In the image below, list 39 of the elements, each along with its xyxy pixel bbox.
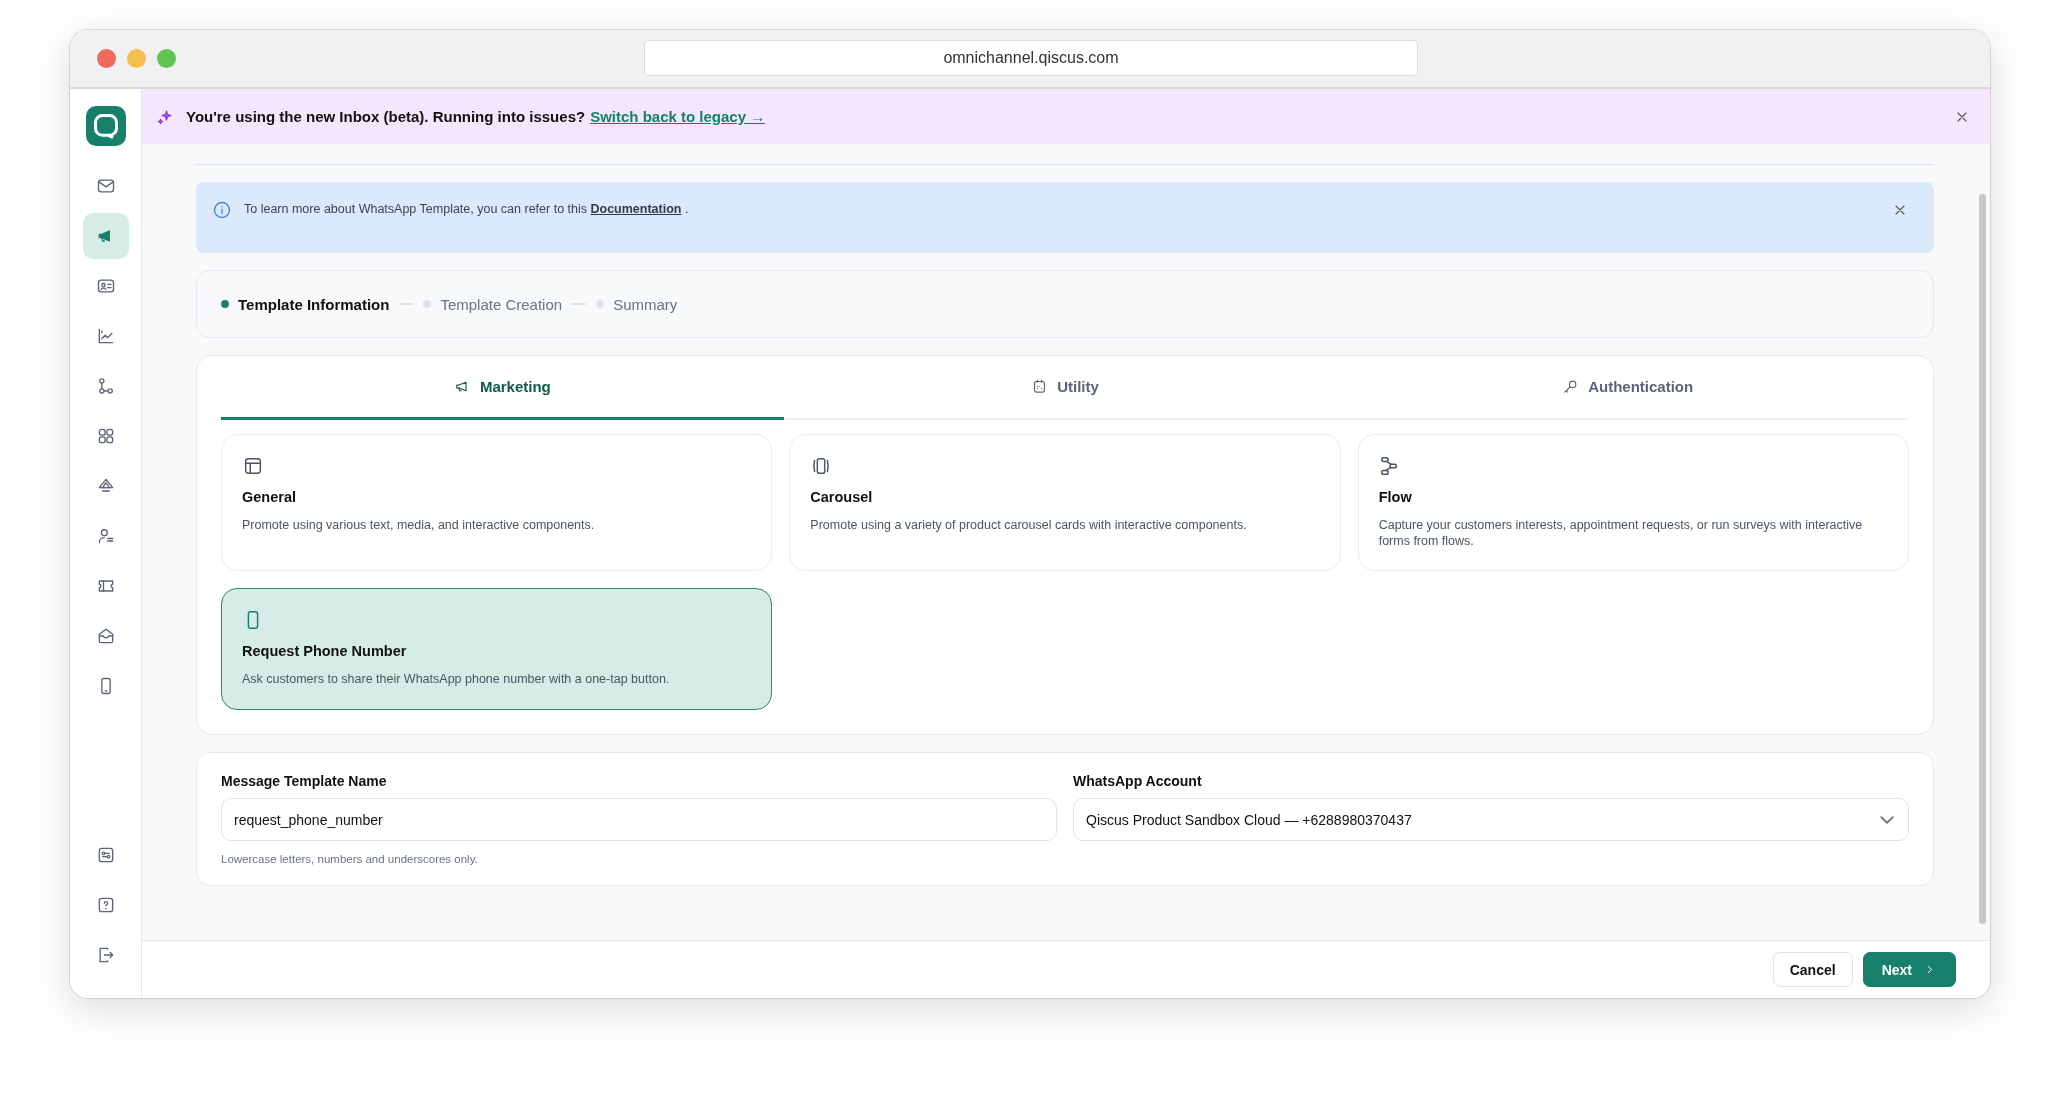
chevron-down-icon — [1880, 815, 1894, 824]
card-title: Flow — [1378, 489, 1413, 505]
template-type-card[interactable]: Request Phone Number Ask customers to share their WhatsApp phone number with a one-tap button. — [221, 588, 773, 710]
template-type-card[interactable]: Flow Capture your customers interests, appointment requests, or run surveys with interactive forms from flows. — [1357, 434, 1909, 571]
step-label: Summary — [613, 295, 678, 313]
documentation-link[interactable]: Documentation — [590, 202, 682, 216]
banner-text: You're using the new Inbox (beta). Running into issues? — [186, 108, 586, 125]
address-bar[interactable]: omnichannel.qiscus.com — [644, 40, 1418, 76]
scrollbar-thumb[interactable] — [1979, 194, 1986, 924]
template-type-card[interactable]: General Promote using various text, media, and interactive components. — [221, 434, 773, 571]
close-window-icon[interactable] — [97, 49, 116, 68]
app-logo[interactable] — [85, 106, 126, 146]
card-title: Carousel — [810, 489, 874, 505]
sparkle-icon — [156, 107, 174, 126]
category-tab[interactable]: Marketing — [221, 356, 784, 420]
card-description: Capture your customers interests, appointment requests, or run surveys with interactive forms from flows. — [1378, 517, 1864, 549]
layout-icon — [242, 455, 264, 477]
card-description: Promote using various text, media, and interactive components. — [242, 517, 596, 533]
category-tab[interactable]: Utility — [783, 356, 1347, 420]
card-description: Ask customers to share their WhatsApp phone number with a one-tap button. — [242, 671, 671, 687]
card-description: Promote using a variety of product carousel cards with interactive components. — [810, 517, 1248, 533]
nav-item[interactable] — [82, 213, 129, 259]
next-button[interactable]: Next — [1862, 952, 1956, 987]
info-icon — [212, 200, 232, 220]
category-tab[interactable]: Authentication — [1346, 356, 1909, 420]
card-title: General — [242, 489, 297, 505]
step-label: Template Creation — [440, 295, 563, 313]
step-label: Template Information — [238, 295, 390, 313]
cancel-button[interactable]: Cancel — [1772, 952, 1853, 987]
template-name-field[interactable]: request_phone_number — [221, 798, 1057, 841]
field-hint: Lowercase letters, numbers and underscores only. — [221, 853, 479, 865]
maximize-window-icon[interactable] — [157, 49, 176, 68]
field-label: Message Template Name — [221, 773, 388, 789]
card-title: Request Phone Number — [242, 643, 408, 659]
template-type-card[interactable]: Carousel Promote using a variety of product carousel cards with interactive components. — [789, 434, 1341, 571]
field-label: WhatsApp Account — [1073, 773, 1203, 789]
info-text: To learn more about WhatsApp Template, you can refer to this Documentation . — [244, 201, 690, 218]
account-dropdown[interactable]: Qiscus Product Sandbox Cloud — +6288980370437 — [1073, 798, 1909, 841]
legacy-link[interactable]: Switch back to legacy → — [590, 108, 766, 125]
